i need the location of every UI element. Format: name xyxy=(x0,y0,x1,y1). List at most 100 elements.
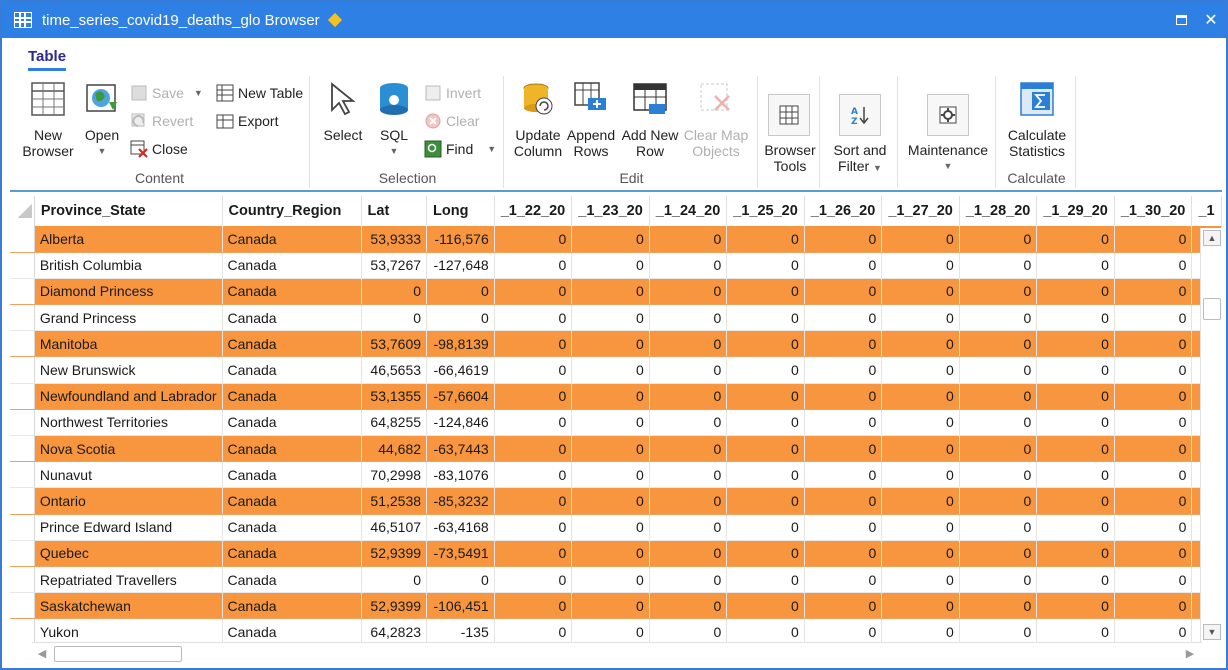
cell-value[interactable]: 0 xyxy=(726,514,805,541)
cell-value[interactable]: 0 xyxy=(494,226,573,253)
cell-lat[interactable]: 51,2538 xyxy=(361,487,428,515)
cell-value[interactable]: 0 xyxy=(571,409,650,437)
cell-value[interactable]: 0 xyxy=(804,487,883,515)
cell-value[interactable]: 0 xyxy=(1036,461,1115,489)
cell-value[interactable]: 0 xyxy=(881,226,960,253)
table-row[interactable]: New Brunswick Canada 46,5653 -66,4619 0 0 0 0 0 0… xyxy=(10,356,1222,384)
cell-value[interactable]: 0 xyxy=(726,487,805,515)
cell-long[interactable]: -73,5491 xyxy=(426,540,495,567)
cell-value[interactable]: 0 xyxy=(881,487,960,515)
cell-value[interactable]: 0 xyxy=(959,618,1038,642)
cell-value[interactable]: 0 xyxy=(494,592,573,620)
cell-value[interactable]: 0 xyxy=(494,461,573,489)
cell-country-region[interactable]: Canada xyxy=(222,487,362,515)
cell-value[interactable]: 0 xyxy=(571,514,650,541)
cell-value[interactable]: 0 xyxy=(881,356,960,384)
cell-value[interactable]: 0 xyxy=(804,330,883,358)
cell-value[interactable]: 0 xyxy=(571,566,650,594)
cell-province-state[interactable]: Repatriated Travellers xyxy=(34,566,223,594)
cell-lat[interactable]: 46,5653 xyxy=(361,356,428,384)
row-selector[interactable] xyxy=(10,566,35,594)
horizontal-scrollbar[interactable]: ◀ ▶ xyxy=(32,642,1202,664)
table-row[interactable]: Saskatchewan Canada 52,9399 -106,451 0 0 0 0 0 0 0… xyxy=(10,592,1222,620)
row-selector[interactable] xyxy=(10,330,35,358)
open-button[interactable]: Open ▼ xyxy=(80,80,124,159)
cell-province-state[interactable]: Alberta xyxy=(34,226,223,253)
cell-value[interactable]: 0 xyxy=(804,435,883,463)
cell-country-region[interactable]: Canada xyxy=(222,514,362,541)
calculate-statistics-button[interactable]: Calculate Statistics xyxy=(1000,80,1074,159)
cell-long[interactable]: -63,7443 xyxy=(426,435,495,463)
row-selector[interactable] xyxy=(10,592,35,620)
row-selector[interactable] xyxy=(10,356,35,384)
cell-country-region[interactable]: Canada xyxy=(222,461,362,489)
cell-lat[interactable]: 0 xyxy=(361,278,428,306)
cell-country-region[interactable]: Canada xyxy=(222,566,362,594)
cell-value[interactable]: 0 xyxy=(1036,540,1115,567)
cell-value[interactable]: 0 xyxy=(1036,409,1115,437)
cell-country-region[interactable]: Canada xyxy=(222,409,362,437)
column-header[interactable]: _1_28_20 xyxy=(959,196,1038,226)
cell-long[interactable]: 0 xyxy=(426,304,495,332)
row-selector[interactable] xyxy=(10,252,35,279)
cell-long[interactable]: -85,3232 xyxy=(426,487,495,515)
cell-long[interactable]: -124,846 xyxy=(426,409,495,437)
cell-lat[interactable]: 46,5107 xyxy=(361,514,428,541)
cell-value[interactable]: 0 xyxy=(649,383,728,410)
cell-value[interactable]: 0 xyxy=(494,383,573,410)
cell-value[interactable]: 0 xyxy=(1036,383,1115,410)
cell-province-state[interactable]: Grand Princess xyxy=(34,304,223,332)
table-row[interactable]: Manitoba Canada 53,7609 -98,8139 0 0 0 0 0 0 0 0 0 xyxy=(10,330,1222,358)
new-table-button[interactable]: New Table xyxy=(216,82,303,104)
cell-value[interactable]: 0 xyxy=(804,592,883,620)
cell-value[interactable]: 0 xyxy=(571,304,650,332)
invert-button[interactable]: Invert xyxy=(424,82,481,104)
cell-province-state[interactable]: Northwest Territories xyxy=(34,409,223,437)
cell-lat[interactable]: 70,2998 xyxy=(361,461,428,489)
table-row[interactable]: Nunavut Canada 70,2998 -83,1076 0 0 0 0 0 0 0 0 0 xyxy=(10,461,1222,489)
cell-value[interactable]: 0 xyxy=(1036,278,1115,306)
cell-value[interactable]: 0 xyxy=(1114,278,1193,306)
cell-value[interactable]: 0 xyxy=(726,252,805,279)
row-selector[interactable] xyxy=(10,226,35,253)
cell-value[interactable]: 0 xyxy=(494,409,573,437)
cell-province-state[interactable]: Prince Edward Island xyxy=(34,514,223,541)
column-header[interactable]: _1_24_20 xyxy=(649,196,728,226)
cell-lat[interactable]: 64,2823 xyxy=(361,618,428,642)
table-row[interactable]: Yukon Canada 64,2823 -135 0 0 0 0 0 0 0 0 0 xyxy=(10,618,1222,642)
cell-value[interactable]: 0 xyxy=(1036,435,1115,463)
browser-tools-button[interactable]: Browser Tools xyxy=(760,142,820,174)
cell-value[interactable]: 0 xyxy=(726,566,805,594)
cell-long[interactable]: -66,4619 xyxy=(426,356,495,384)
cell-long[interactable]: -83,1076 xyxy=(426,461,495,489)
cell-value[interactable]: 0 xyxy=(649,304,728,332)
column-header[interactable]: _1_26_20 xyxy=(804,196,883,226)
cell-value[interactable]: 0 xyxy=(1114,304,1193,332)
cell-value[interactable]: 0 xyxy=(726,330,805,358)
save-button[interactable]: Save ▼ xyxy=(130,82,203,104)
cell-value[interactable]: 0 xyxy=(881,304,960,332)
cell-country-region[interactable]: Canada xyxy=(222,252,362,279)
cell-value[interactable]: 0 xyxy=(726,226,805,253)
sort-filter-button[interactable]: Sort and Filter ▼ xyxy=(822,142,898,176)
tab-table[interactable]: Table xyxy=(28,48,67,71)
cell-country-region[interactable]: Canada xyxy=(222,540,362,567)
cell-value[interactable]: 0 xyxy=(959,514,1038,541)
table-row[interactable]: Northwest Territories Canada 64,8255 -124,8… xyxy=(10,409,1222,437)
cell-lat[interactable]: 0 xyxy=(361,304,428,332)
scroll-left-arrow-icon[interactable]: ◀ xyxy=(34,645,50,663)
cell-lat[interactable]: 53,7267 xyxy=(361,252,428,279)
column-header[interactable]: _1_27_20 xyxy=(881,196,960,226)
table-row[interactable]: Repatriated Travellers Canada 0 0 0 0 0 0 0 0 0 0 0 xyxy=(10,566,1222,594)
scroll-right-arrow-icon[interactable]: ▶ xyxy=(1182,645,1198,663)
export-button[interactable]: Export xyxy=(216,110,278,132)
cell-province-state[interactable]: Nunavut xyxy=(34,461,223,489)
cell-country-region[interactable]: Canada xyxy=(222,592,362,620)
cell-province-state[interactable]: Ontario xyxy=(34,487,223,515)
cell-value[interactable]: 0 xyxy=(726,592,805,620)
cell-value[interactable]: 0 xyxy=(1036,618,1115,642)
cell-value[interactable]: 0 xyxy=(494,540,573,567)
cell-value[interactable]: 0 xyxy=(494,304,573,332)
row-selector[interactable] xyxy=(10,461,35,489)
cell-long[interactable]: 0 xyxy=(426,566,495,594)
